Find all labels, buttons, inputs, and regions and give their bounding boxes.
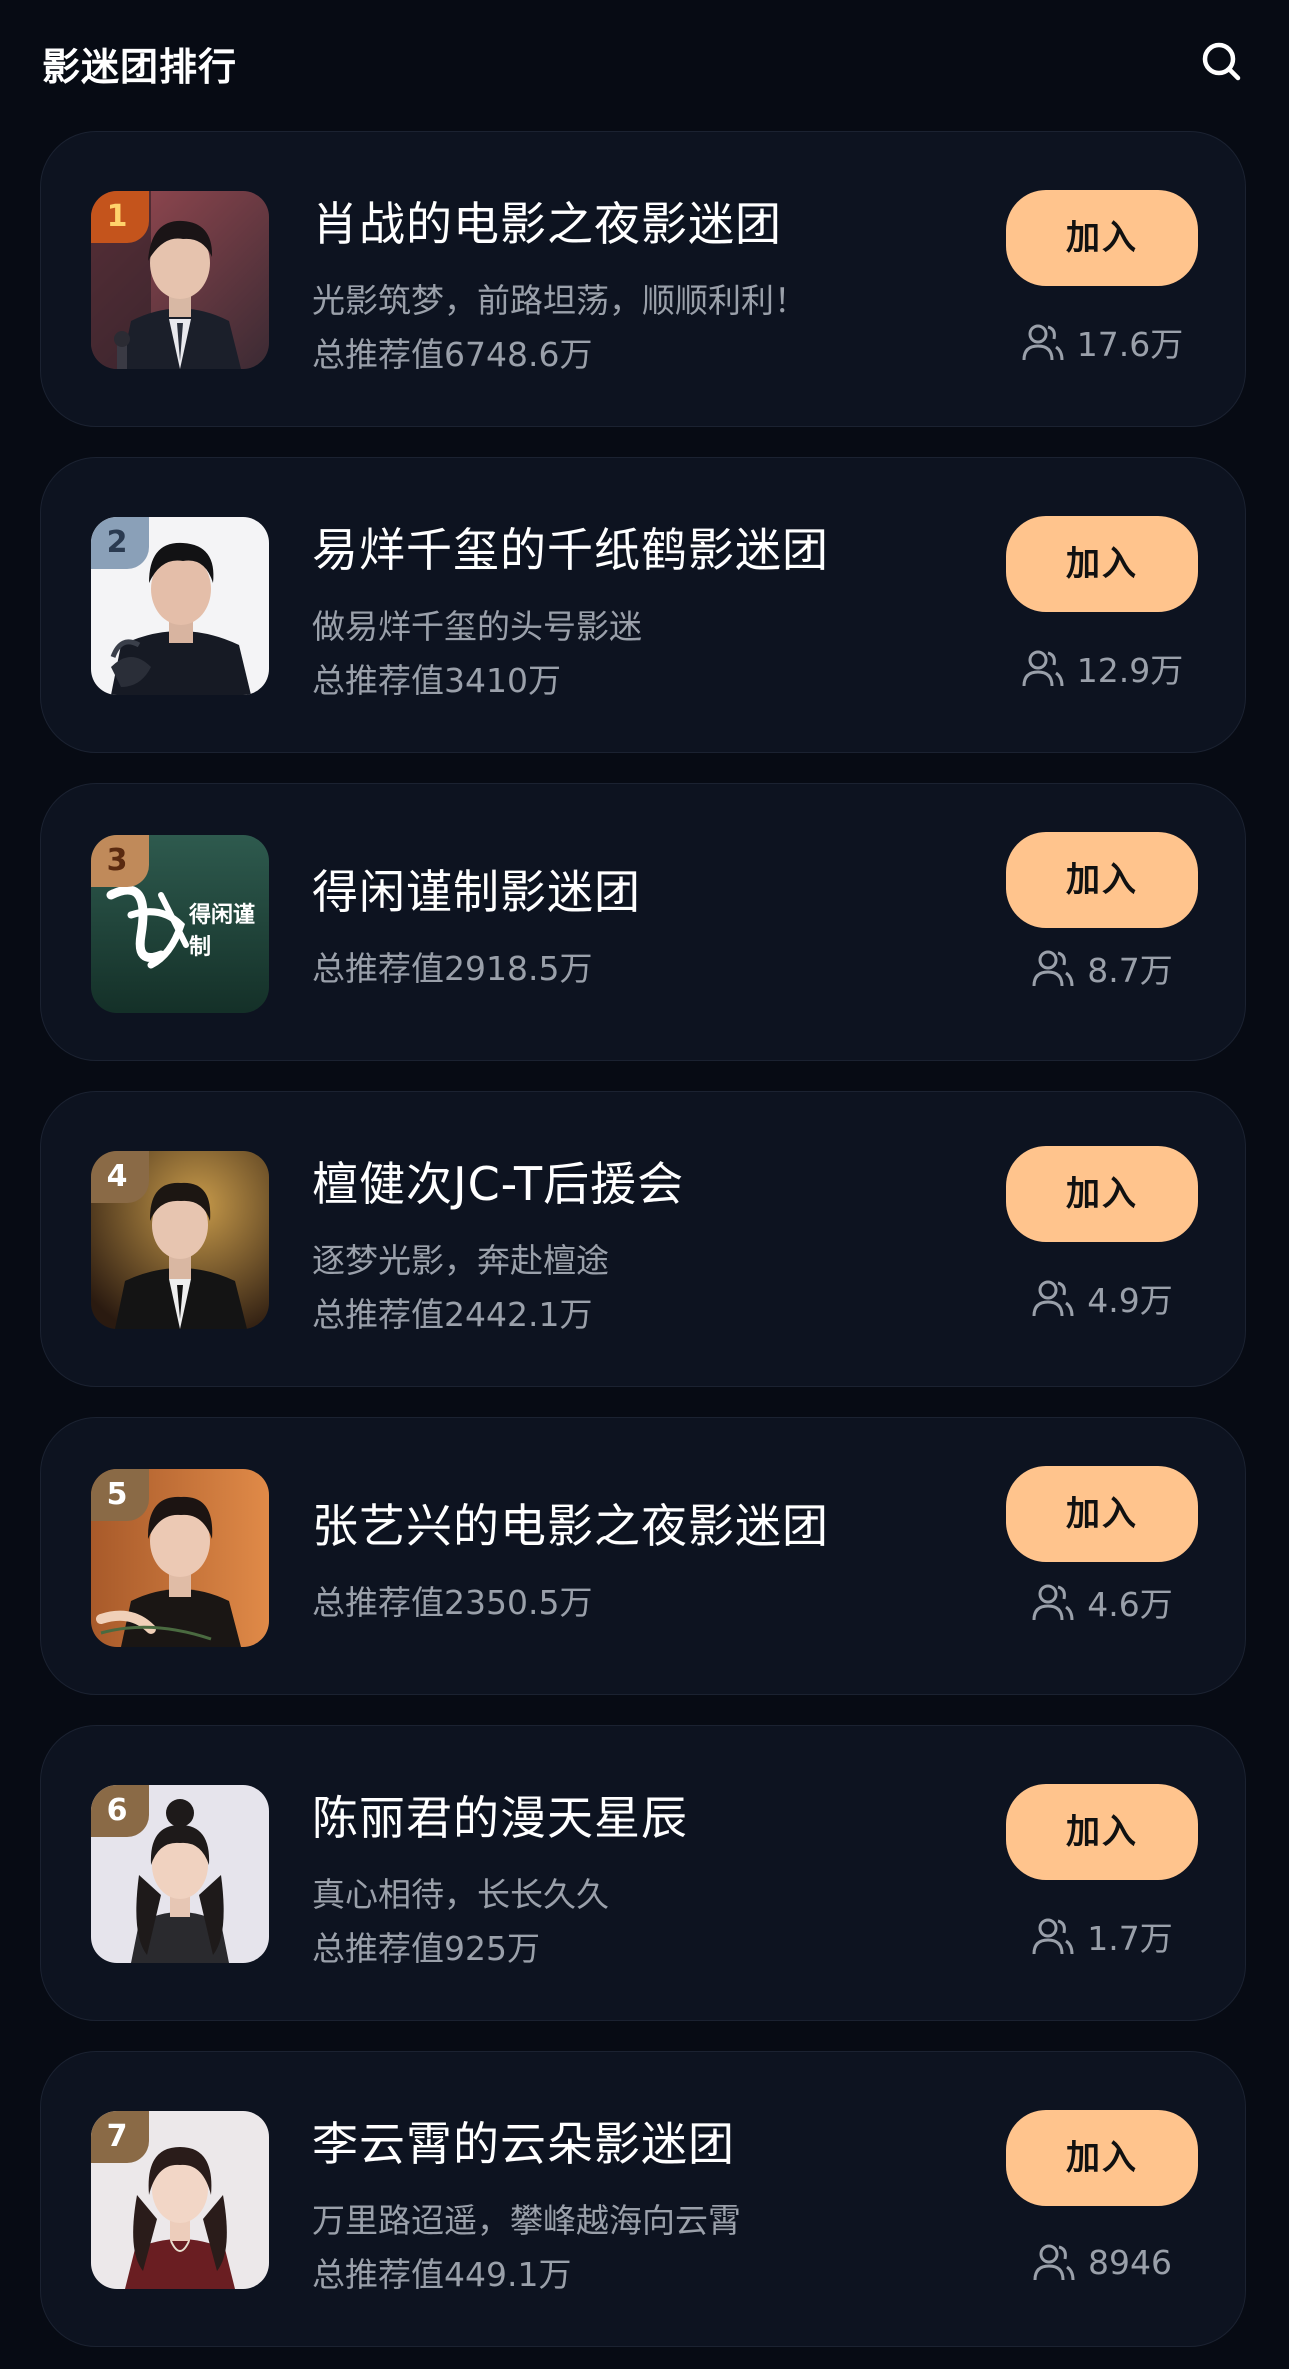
thumb-logo-text: 得闲谨制	[189, 903, 256, 960]
rank-badge: 2	[91, 517, 149, 569]
group-slogan: 万里路迢遥，攀峰越海向云霄	[312, 2201, 741, 2240]
join-button[interactable]: 加入	[1006, 2110, 1198, 2206]
member-count-text: 8.7万	[1087, 951, 1173, 990]
list-item[interactable]: 7 李云霄的云朵影迷团 万里路迢遥，攀峰越海向云霄 总推荐值449.1万 加入 …	[40, 2051, 1246, 2347]
member-count: 4.9万	[1006, 1273, 1198, 1323]
list-item[interactable]: 4 檀健次JC-T后援会 逐梦光影，奔赴檀途 总推荐值2442.1万 加入 4.…	[40, 1091, 1246, 1387]
member-count: 1.7万	[1006, 1911, 1198, 1961]
member-count-text: 1.7万	[1087, 1919, 1173, 1958]
group-name: 易烊千玺的千纸鹤影迷团	[312, 523, 829, 577]
group-avatar: 6	[91, 1785, 269, 1963]
member-count: 17.6万	[1006, 317, 1198, 367]
rank-badge: 6	[91, 1785, 149, 1837]
member-count: 4.6万	[1006, 1577, 1198, 1627]
group-score: 总推荐值449.1万	[312, 2255, 572, 2294]
member-count: 12.9万	[1006, 643, 1198, 693]
members-icon	[1031, 1914, 1075, 1958]
group-avatar: 7	[91, 2111, 269, 2289]
group-name: 陈丽君的漫天星辰	[312, 1791, 688, 1845]
group-avatar: 得闲谨制 3	[91, 835, 269, 1013]
members-icon	[1031, 1276, 1075, 1320]
group-avatar: 4	[91, 1151, 269, 1329]
members-icon	[1021, 646, 1065, 690]
list-item[interactable]: 得闲谨制 3 得闲谨制影迷团 总推荐值2918.5万 加入 8.7万	[40, 783, 1246, 1061]
group-score: 总推荐值2350.5万	[312, 1583, 593, 1622]
group-avatar: 1	[91, 191, 269, 369]
join-button[interactable]: 加入	[1006, 1784, 1198, 1880]
members-icon	[1031, 1580, 1075, 1624]
rank-badge: 7	[91, 2111, 149, 2163]
members-icon	[1031, 946, 1075, 990]
join-button[interactable]: 加入	[1006, 190, 1198, 286]
group-name: 肖战的电影之夜影迷团	[312, 197, 782, 251]
member-count: 8.7万	[1006, 943, 1198, 993]
join-button[interactable]: 加入	[1006, 516, 1198, 612]
group-slogan: 逐梦光影，奔赴檀途	[312, 1241, 609, 1280]
group-name: 李云霄的云朵影迷团	[312, 2117, 735, 2171]
group-slogan: 真心相待，长长久久	[312, 1875, 609, 1914]
member-count-text: 8946	[1088, 2242, 1172, 2282]
members-icon	[1021, 320, 1065, 364]
member-count-text: 4.9万	[1087, 1281, 1173, 1320]
member-count-text: 4.6万	[1087, 1585, 1173, 1624]
group-score: 总推荐值6748.6万	[312, 335, 593, 374]
join-button[interactable]: 加入	[1006, 1466, 1198, 1562]
list-item[interactable]: 2 易烊千玺的千纸鹤影迷团 做易烊千玺的头号影迷 总推荐值3410万 加入 12…	[40, 457, 1246, 753]
members-icon	[1032, 2240, 1076, 2284]
group-avatar: 2	[91, 517, 269, 695]
rank-badge: 4	[91, 1151, 149, 1203]
member-count-text: 17.6万	[1076, 325, 1184, 364]
group-name: 得闲谨制影迷团	[312, 865, 641, 919]
join-button[interactable]: 加入	[1006, 1146, 1198, 1242]
group-slogan: 光影筑梦，前路坦荡，顺顺利利！	[312, 281, 807, 320]
group-score: 总推荐值2918.5万	[312, 949, 593, 988]
page-title: 影迷团排行	[42, 45, 238, 89]
group-name: 张艺兴的电影之夜影迷团	[312, 1499, 829, 1553]
rank-badge: 5	[91, 1469, 149, 1521]
rank-badge: 3	[91, 835, 149, 887]
rank-badge: 1	[91, 191, 149, 243]
group-avatar: 5	[91, 1469, 269, 1647]
list-item[interactable]: 5 张艺兴的电影之夜影迷团 总推荐值2350.5万 加入 4.6万	[40, 1417, 1246, 1695]
top-bar: 影迷团排行	[0, 0, 1289, 125]
group-score: 总推荐值2442.1万	[312, 1295, 593, 1334]
group-score: 总推荐值925万	[312, 1929, 540, 1968]
join-button[interactable]: 加入	[1006, 832, 1198, 928]
group-slogan: 做易烊千玺的头号影迷	[312, 607, 642, 646]
group-name: 檀健次JC-T后援会	[312, 1157, 685, 1211]
group-score: 总推荐值3410万	[312, 661, 561, 700]
member-count-text: 12.9万	[1076, 651, 1184, 690]
search-icon[interactable]	[1198, 38, 1246, 86]
list-item[interactable]: 1 肖战的电影之夜影迷团 光影筑梦，前路坦荡，顺顺利利！ 总推荐值6748.6万…	[40, 131, 1246, 427]
member-count: 8946	[1006, 2237, 1198, 2287]
list-item[interactable]: 6 陈丽君的漫天星辰 真心相待，长长久久 总推荐值925万 加入 1.7万	[40, 1725, 1246, 2021]
